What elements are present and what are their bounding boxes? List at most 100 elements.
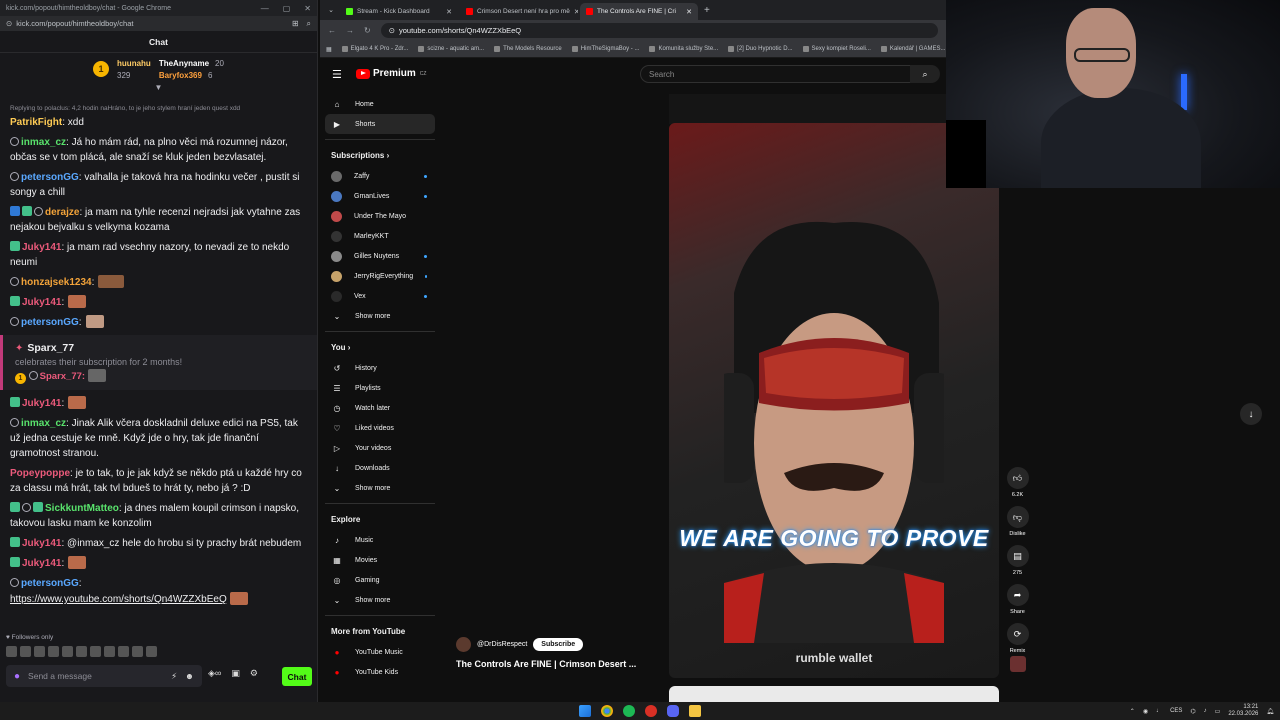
chatter-avatar[interactable] (20, 646, 31, 657)
sidebar-item-youtube-kids[interactable]: ● YouTube Kids (325, 662, 435, 682)
sidebar-item-history[interactable]: ↺ History (325, 358, 435, 378)
file-explorer-icon[interactable] (689, 705, 701, 717)
points-icon[interactable]: ◈∞ (208, 668, 221, 679)
tab-kick-dashboard[interactable]: Stream - Kick Dashboard ✕ (340, 3, 458, 20)
forward-icon[interactable]: → (346, 26, 354, 35)
chat-link[interactable]: https://www.youtube.com/shorts/Qn4WZZXbE… (10, 594, 227, 605)
you-header[interactable]: You › (325, 336, 435, 358)
chat-username[interactable]: honzajsek1234 (21, 277, 92, 288)
like-icon[interactable]: 👍︎ (1006, 467, 1029, 489)
short-video-player[interactable]: WE ARE GOING TO PROVE rumble wallet (669, 123, 999, 678)
sub-event-user[interactable]: Sparx_77 (27, 342, 74, 354)
chrome-icon[interactable] (601, 705, 613, 717)
sidebar-item-downloads[interactable]: ↓ Downloads (325, 458, 435, 478)
new-tab-icon[interactable]: + (704, 5, 710, 16)
sidebar-item-youtube-music[interactable]: ● YouTube Music (325, 642, 435, 662)
third-gifter-name[interactable]: Baryfox369 (159, 71, 202, 80)
chat-username[interactable]: derajze (45, 207, 79, 218)
chat-window-urlbar[interactable]: ⊙ kick.com/popout/himtheoldboy/chat ⊞ ⌕ (0, 16, 317, 31)
expand-pinned-icon[interactable]: ▼ (0, 84, 317, 93)
apps-icon[interactable]: ▦ (326, 46, 332, 53)
sidebar-item-liked[interactable]: ♡ Liked videos (325, 418, 435, 438)
explore-header[interactable]: Explore (325, 508, 435, 530)
mic-tray-icon[interactable]: ♩ (1156, 708, 1162, 714)
bookmark-item[interactable]: [2] Duo Hypnotic D... (728, 46, 793, 52)
bookmark-item[interactable]: scizne - aquatic am... (418, 46, 484, 52)
subscription-item[interactable]: Gilles Nuytens (325, 246, 435, 266)
remix-icon[interactable]: ⟳ (1006, 623, 1029, 645)
chat-username[interactable]: Juky141 (22, 538, 61, 549)
subscriptions-header[interactable]: Subscriptions › (325, 144, 435, 166)
subscription-item[interactable]: JerryRigEverything (325, 266, 435, 286)
chat-username[interactable]: petersonGG (21, 317, 79, 328)
bookmark-item[interactable]: Elgato 4 K Pro - Zdr... (341, 46, 408, 52)
youtube-premium-logo[interactable]: Premium CZ (356, 68, 426, 79)
volume-icon[interactable]: ♪ (1204, 708, 1207, 714)
chat-username[interactable]: petersonGG (21, 172, 79, 183)
tab-search-icon[interactable]: ⌄ (324, 6, 338, 14)
clock[interactable]: 13:21 22.03.2026 (1228, 704, 1258, 718)
chatter-avatar[interactable] (76, 646, 87, 657)
chatter-avatar[interactable] (132, 646, 143, 657)
subscriptions-show-more[interactable]: ⌄ Show more (325, 306, 435, 326)
emote-picker-icon[interactable]: ⚡ (171, 671, 177, 682)
sidebar-item-gaming[interactable]: ◎ Gaming (325, 570, 435, 590)
chat-username[interactable]: Juky141 (22, 242, 61, 253)
start-icon[interactable] (579, 705, 591, 717)
sub-event-line-user[interactable]: Sparx_77 (40, 371, 82, 382)
second-gifter-name[interactable]: TheAnyname (159, 59, 209, 68)
site-info-icon[interactable]: ⊙ (389, 26, 395, 35)
chat-username[interactable]: Juky141 (22, 398, 61, 409)
tray-chevron-icon[interactable]: ⌃ (1130, 708, 1135, 715)
sidebar-item-music[interactable]: ♪ Music (325, 530, 435, 550)
channel-avatar[interactable] (456, 637, 471, 652)
sidebar-item-watch-later[interactable]: ◷ Watch later (325, 398, 435, 418)
channel-handle[interactable]: @DrDisRespect (477, 641, 527, 648)
tab-crimson-desert[interactable]: Crimson Desert není hra pro mě ✕ (460, 3, 578, 20)
sound-thumbnail[interactable] (1009, 656, 1026, 672)
more-from-youtube-header[interactable]: More from YouTube (325, 620, 435, 642)
next-short-preview[interactable] (669, 686, 999, 702)
subscription-item[interactable]: Zaffy (325, 166, 435, 186)
bookmark-item[interactable]: Sexy kompiet Roseli... (802, 46, 871, 52)
minimize-icon[interactable]: — (261, 4, 269, 13)
send-chat-button[interactable]: Chat (282, 667, 312, 686)
chat-username[interactable]: petersonGG (21, 578, 79, 589)
chatter-avatar[interactable] (104, 646, 115, 657)
chat-username[interactable]: SickkuntMatteo (45, 503, 119, 514)
zoom-icon[interactable]: ⌕ (307, 19, 311, 29)
subscribe-button[interactable]: Subscribe (533, 638, 584, 651)
maximize-icon[interactable]: ▢ (283, 4, 291, 13)
network-icon[interactable]: ◉ (1143, 708, 1148, 715)
subscription-item[interactable]: Under The Mayo (325, 206, 435, 226)
close-icon[interactable]: ✕ (304, 4, 311, 13)
mic-icon[interactable]: ● (14, 671, 20, 682)
chatter-avatar[interactable] (6, 646, 17, 657)
chat-message-input[interactable]: ● Send a message ⚡ ☻ (6, 665, 202, 687)
chat-username[interactable]: Popeypoppe (10, 468, 70, 479)
back-icon[interactable]: ← (328, 26, 336, 35)
chat-username[interactable]: Juky141 (22, 558, 61, 569)
comment-icon[interactable]: ▤ (1006, 545, 1029, 567)
explore-show-more[interactable]: ⌄ Show more (325, 590, 435, 610)
sidebar-item-your-videos[interactable]: ▷ Your videos (325, 438, 435, 458)
share-icon[interactable]: ➦ (1006, 584, 1029, 606)
chatter-avatar[interactable] (146, 646, 157, 657)
spotify-icon[interactable] (623, 705, 635, 717)
language-indicator[interactable]: CES (1170, 708, 1182, 714)
address-bar[interactable]: ⊙ youtube.com/shorts/Qn4WZZXbEeQ (380, 23, 938, 38)
chat-username[interactable]: PatrikFight (10, 117, 62, 128)
chatter-avatar[interactable] (118, 646, 129, 657)
discord-icon[interactable] (667, 705, 679, 717)
close-tab-icon[interactable]: ✕ (446, 8, 452, 16)
reload-icon[interactable]: ↻ (364, 26, 371, 35)
close-tab-icon[interactable]: ✕ (574, 8, 578, 16)
chatter-avatar[interactable] (90, 646, 101, 657)
you-show-more[interactable]: ⌄ Show more (325, 478, 435, 498)
search-icon[interactable]: ⌕ (910, 65, 940, 83)
settings-icon[interactable]: ⚙ (250, 668, 258, 679)
emoji-icon[interactable]: ☻ (185, 671, 194, 682)
subscription-item[interactable]: Vex (325, 286, 435, 306)
chat-username[interactable]: inmax_cz (21, 137, 66, 148)
chatter-avatar[interactable] (62, 646, 73, 657)
